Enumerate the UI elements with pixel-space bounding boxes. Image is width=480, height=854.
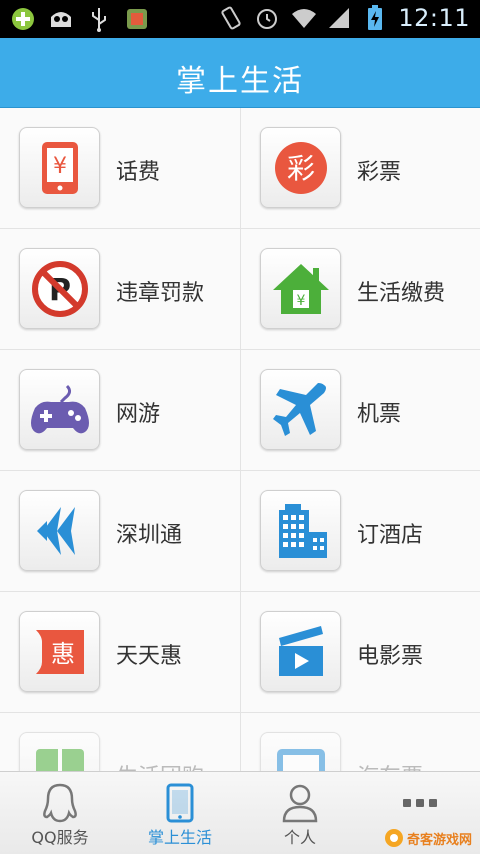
watermark-text: 奇客游戏网 (407, 832, 473, 848)
page-title: 掌上生活 (176, 64, 304, 99)
shenzhen-tong-logo-icon (19, 490, 100, 571)
phone-bill-icon: ¥ (19, 127, 100, 208)
lottery-icon: 彩 (260, 127, 341, 208)
person-icon (280, 782, 320, 824)
gamepad-icon (19, 369, 100, 450)
usb-icon (86, 6, 112, 32)
wifi-icon (290, 5, 317, 31)
vibrate-icon (218, 5, 244, 31)
svg-text:惠: 惠 (51, 640, 75, 668)
airplane-icon (260, 369, 341, 450)
tab-qq-service[interactable]: QQ服务 (0, 772, 120, 854)
grid-item-label: 话费 (116, 160, 161, 185)
bus-ticket-icon (260, 732, 341, 771)
watermark: 奇客游戏网 (384, 826, 476, 850)
status-bar: 12:11 (0, 0, 480, 38)
watermark-logo-icon (385, 829, 403, 847)
tab-label: QQ服务 (31, 828, 89, 847)
grid-item-label: 汽车票 (357, 759, 423, 771)
grid-item-label: 深圳通 (116, 523, 183, 548)
grid-item-lottery[interactable]: 彩 彩票 (240, 108, 480, 229)
app-notification-icon (124, 6, 150, 32)
tab-label: 个人 (283, 828, 316, 847)
grid-item-label: 机票 (357, 402, 402, 427)
app-header: 掌上生活 (0, 38, 480, 108)
bottom-tab-bar: QQ服务 掌上生活 个人 奇客游戏网 (0, 771, 480, 854)
grid-item-label: 网游 (116, 402, 161, 427)
grid-item-label: 生活缴费 (357, 281, 446, 306)
deal-coupon-icon: 惠 (19, 611, 100, 692)
grid-item-daily-deals[interactable]: 惠 天天惠 (0, 592, 240, 713)
hotel-building-icon (260, 490, 341, 571)
grid-item-flights[interactable]: 机票 (240, 350, 480, 471)
grid-item-phone-bill[interactable]: ¥ 话费 (0, 108, 240, 229)
grid-item-label: 生活团购 (116, 759, 204, 771)
battery-charging-icon (362, 5, 388, 31)
group-buy-icon (19, 732, 100, 771)
android-debug-icon (48, 6, 74, 32)
grid-item-bus-tickets[interactable]: 汽车票 (240, 713, 480, 771)
grid-item-traffic-fine[interactable]: P 违章罚款 (0, 229, 240, 350)
house-icon: ¥ (260, 248, 341, 329)
phone-icon (160, 782, 200, 824)
grid-item-label: 天天惠 (116, 644, 183, 669)
svg-text:¥: ¥ (53, 154, 67, 179)
grid-item-hotel[interactable]: 订酒店 (240, 471, 480, 592)
grid-item-label: 彩票 (357, 160, 402, 185)
svg-text:¥: ¥ (296, 293, 305, 309)
clock-time: 12:11 (398, 4, 470, 32)
clapperboard-icon (260, 611, 341, 692)
grid-item-utility-bills[interactable]: ¥ 生活缴费 (240, 229, 480, 350)
grid-item-label: 电影票 (357, 644, 424, 669)
more-dots-icon (400, 782, 440, 824)
plus-notification-icon (10, 6, 36, 32)
no-parking-icon: P (19, 248, 100, 329)
service-grid: ¥ 话费 彩 彩票 P 违章罚款 ¥ 生活缴费 网游 机票 (0, 108, 480, 771)
grid-item-online-games[interactable]: 网游 (0, 350, 240, 471)
signal-icon (326, 5, 352, 31)
svg-text:彩: 彩 (286, 152, 314, 185)
grid-item-label: 违章罚款 (116, 281, 205, 306)
penguin-icon (40, 782, 80, 824)
tab-label: 掌上生活 (147, 828, 212, 847)
alarm-icon (254, 5, 280, 31)
tab-mobile-life[interactable]: 掌上生活 (120, 772, 240, 854)
tab-personal[interactable]: 个人 (240, 772, 360, 854)
grid-item-label: 订酒店 (357, 523, 424, 548)
grid-item-group-buy[interactable]: 生活团购 (0, 713, 240, 771)
grid-item-movie-tickets[interactable]: 电影票 (240, 592, 480, 713)
grid-item-shenzhen-tong[interactable]: 深圳通 (0, 471, 240, 592)
